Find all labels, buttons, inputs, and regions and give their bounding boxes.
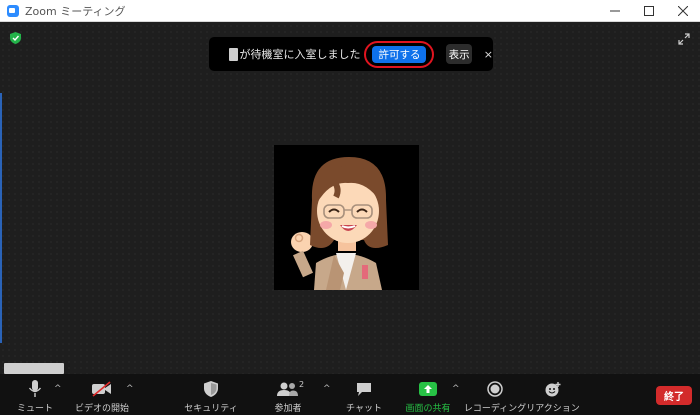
window-edge-strip [0,93,2,343]
admit-highlight-circle: 許可する [364,40,435,68]
reactions-button[interactable]: リアクション [526,374,580,415]
chat-bubble-icon [357,382,371,396]
minimize-button[interactable] [598,0,632,21]
show-button[interactable]: 表示 [446,44,472,64]
emoji-plus-icon [545,382,560,397]
notification-message: が待機室に入室しました [239,48,361,61]
meeting-stage: が待機室に入室しました 許可する 表示 × [0,23,700,415]
redacted-name-tag [4,363,64,374]
people-icon [277,382,298,396]
mute-button[interactable]: ミュート [17,374,54,415]
audio-options-caret[interactable]: ^ [54,384,62,394]
share-screen-button[interactable]: 画面の共有 [403,374,453,415]
close-notification-icon[interactable]: × [484,48,493,61]
participants-label: 参加者 [274,404,302,414]
close-window-button[interactable] [666,0,700,21]
participants-options-caret[interactable]: ^ [323,384,331,394]
security-label: セキュリティ [184,404,238,414]
window-controls [598,0,700,21]
title-bar: Zoom ミーティング [0,0,700,22]
record-icon [487,381,503,397]
expand-icon[interactable] [678,33,690,45]
participant-avatar-illustration [291,157,388,290]
start-video-button[interactable]: ビデオの開始 [74,374,130,415]
video-options-caret[interactable]: ^ [126,384,134,394]
maximize-button[interactable] [632,0,666,21]
chat-button[interactable]: チャット [344,374,384,415]
reactions-label: リアクション [526,404,580,414]
redacted-participant-name [229,47,239,61]
close-icon [678,5,688,16]
record-button[interactable]: レコーディング [463,374,527,415]
meeting-toolbar: ミュート ^ ビデオの開始 ^ セキュリティ 参加者 2 ^ チャット 画面の共… [0,374,700,415]
microphone-icon [28,380,42,397]
shield-icon [204,381,218,397]
shield-check-icon[interactable] [10,32,21,44]
admit-button[interactable]: 許可する [372,45,427,63]
security-button[interactable]: セキュリティ [184,374,238,415]
window-title: Zoom ミーティング [25,4,126,18]
share-options-caret[interactable]: ^ [452,384,460,394]
participant-video [274,145,419,290]
share-screen-label: 画面の共有 [405,404,451,414]
participants-count: 2 [299,380,305,389]
video-off-icon [92,381,111,397]
chat-label: チャット [346,404,382,414]
minimize-icon [610,10,620,11]
mute-label: ミュート [17,404,54,414]
end-meeting-button[interactable]: 終了 [656,386,692,405]
maximize-icon [644,5,654,16]
waiting-room-notification: が待機室に入室しました 許可する 表示 × [209,37,493,71]
zoom-app-icon [7,4,19,17]
record-label: レコーディング [463,404,527,414]
start-video-label: ビデオの開始 [74,404,129,414]
share-screen-icon [419,382,437,396]
